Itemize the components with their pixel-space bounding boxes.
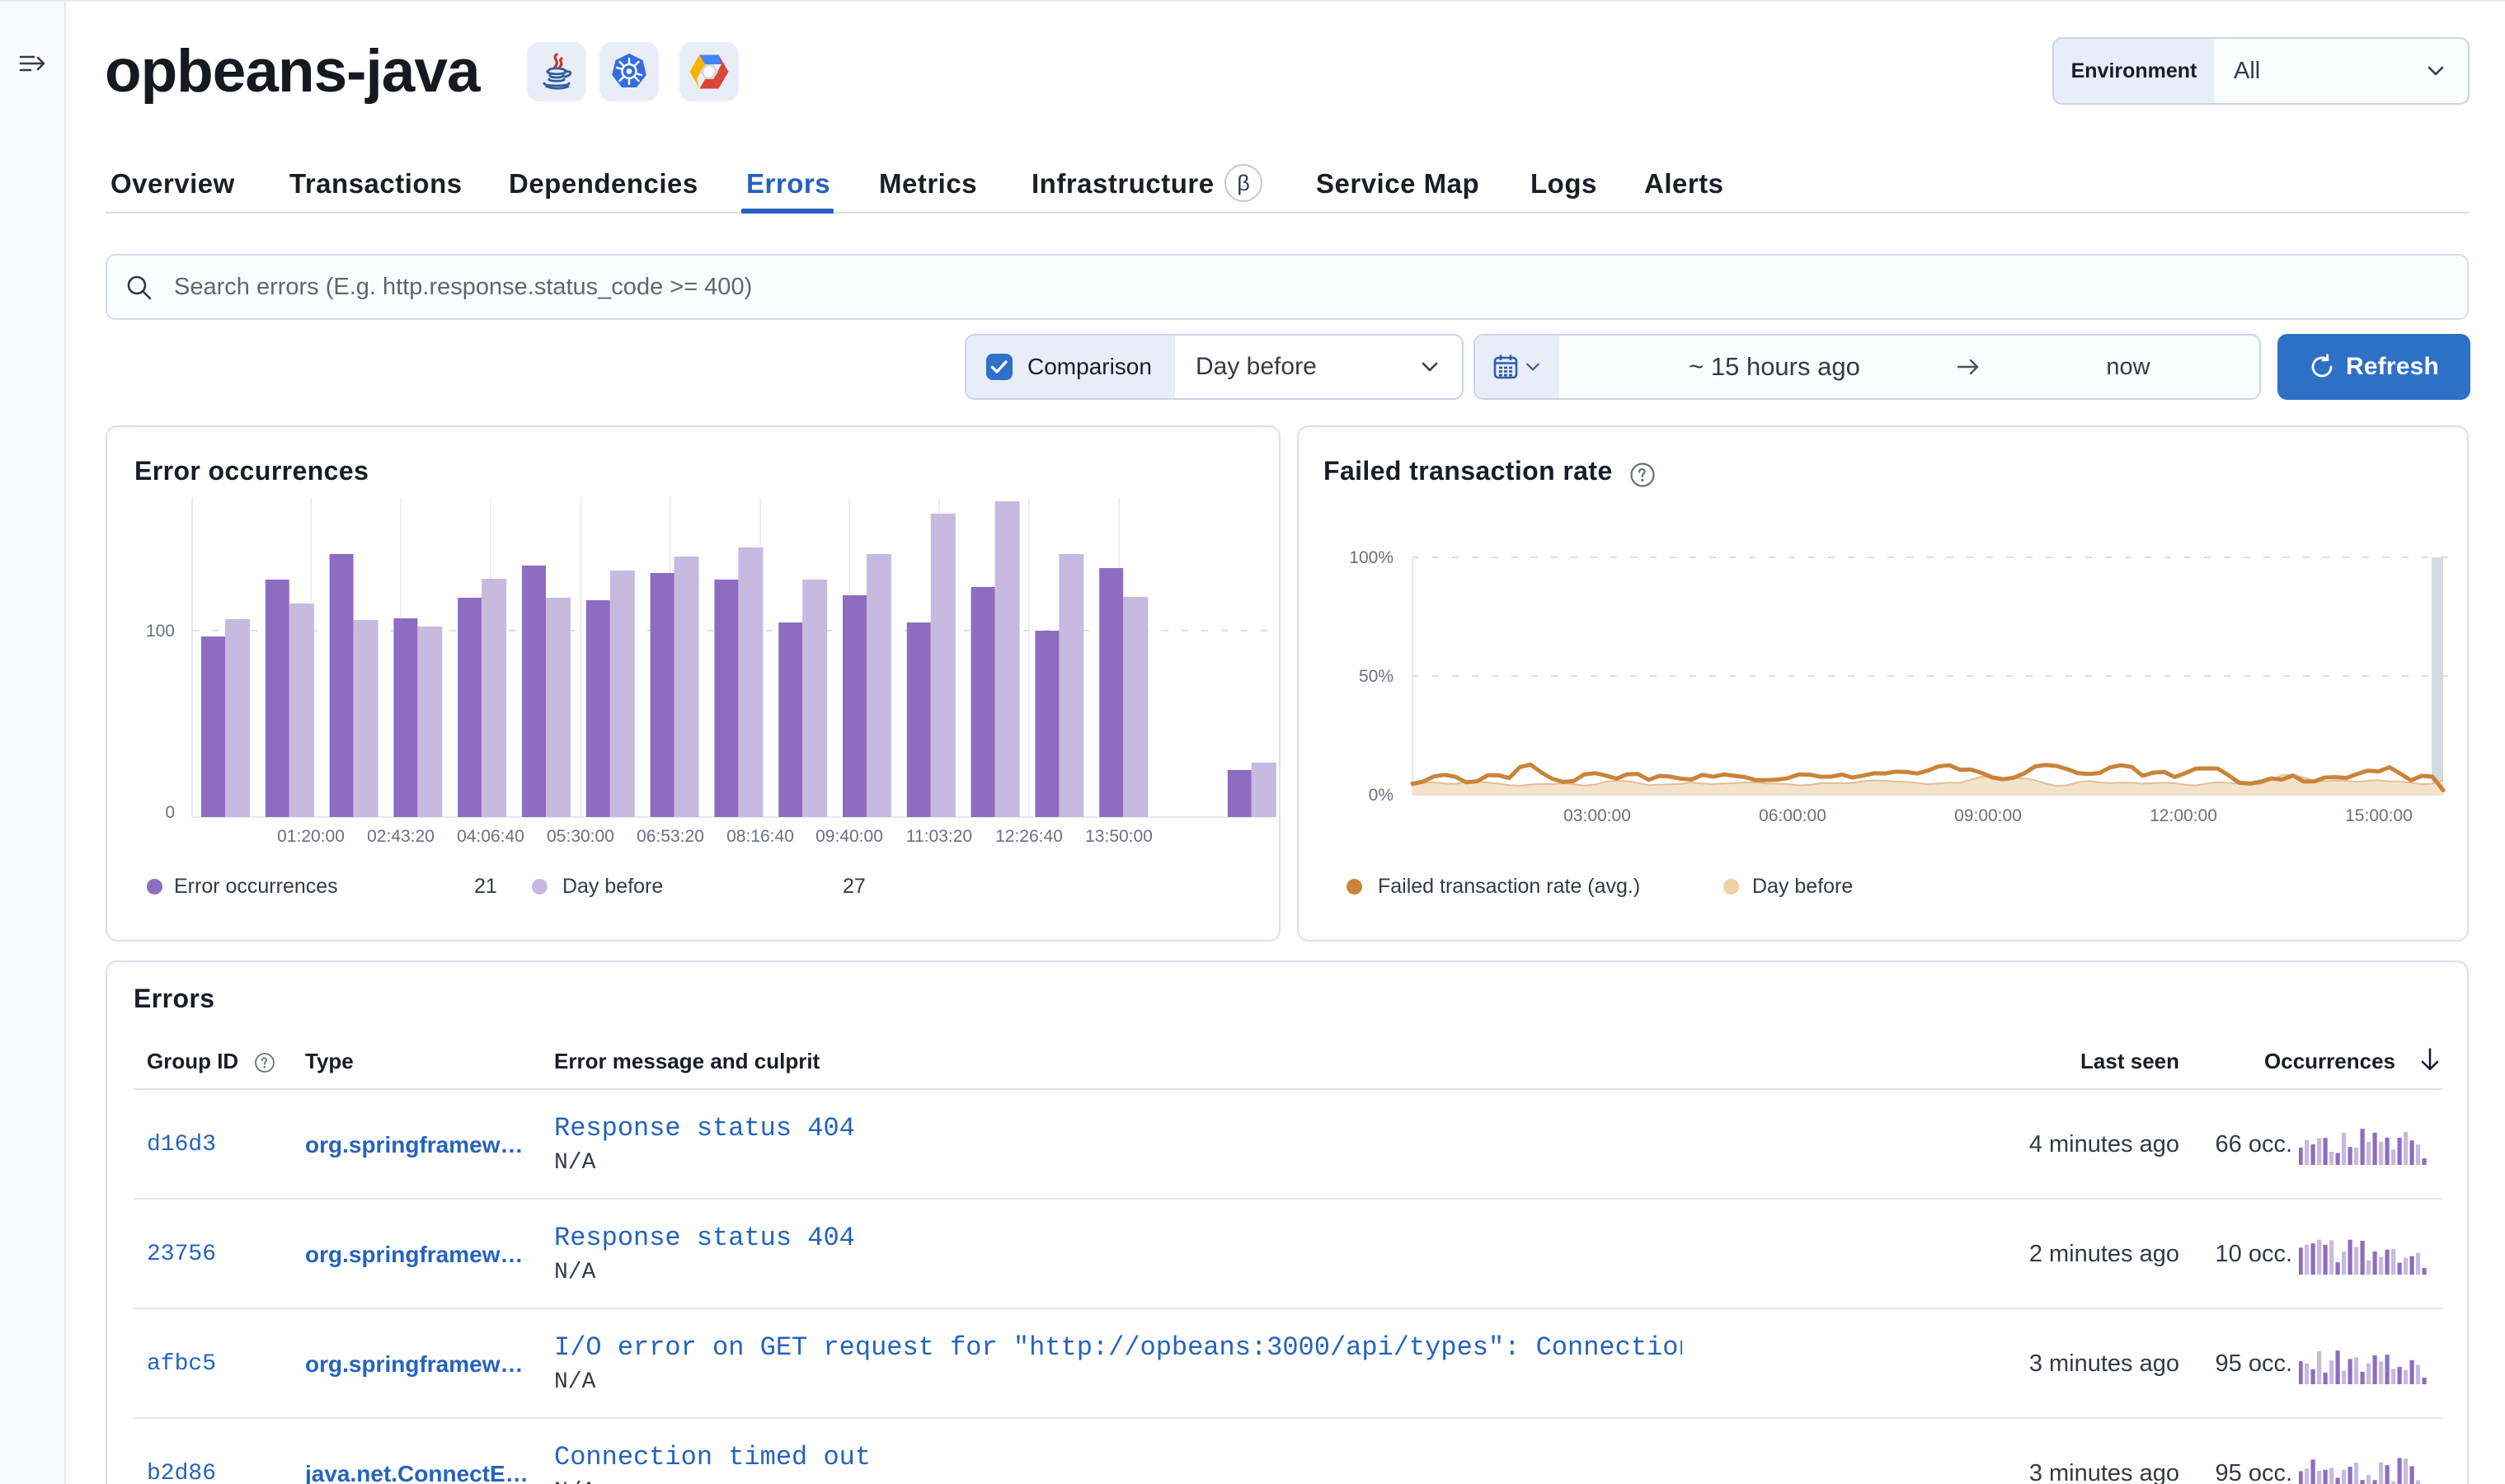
svg-text:09:40:00: 09:40:00: [815, 827, 883, 846]
svg-text:04:06:40: 04:06:40: [457, 827, 524, 846]
svg-text:100: 100: [146, 622, 175, 641]
svg-text:08:16:40: 08:16:40: [726, 827, 794, 846]
svg-text:0%: 0%: [1369, 786, 1393, 805]
svg-text:11:03:20: 11:03:20: [906, 827, 972, 846]
svg-text:09:00:00: 09:00:00: [1954, 806, 2022, 825]
svg-text:06:53:20: 06:53:20: [637, 827, 704, 846]
svg-text:13:50:00: 13:50:00: [1085, 827, 1153, 846]
svg-text:02:43:20: 02:43:20: [367, 827, 435, 846]
svg-text:0: 0: [165, 803, 175, 822]
svg-text:12:26:40: 12:26:40: [995, 827, 1063, 846]
svg-text:12:00:00: 12:00:00: [2150, 806, 2217, 825]
svg-text:05:30:00: 05:30:00: [547, 827, 614, 846]
svg-text:50%: 50%: [1359, 667, 1393, 686]
svg-text:06:00:00: 06:00:00: [1759, 806, 1826, 825]
svg-text:03:00:00: 03:00:00: [1563, 806, 1631, 825]
svg-text:100%: 100%: [1349, 548, 1393, 567]
svg-text:01:20:00: 01:20:00: [277, 827, 345, 846]
svg-text:15:00:00: 15:00:00: [2345, 806, 2413, 825]
